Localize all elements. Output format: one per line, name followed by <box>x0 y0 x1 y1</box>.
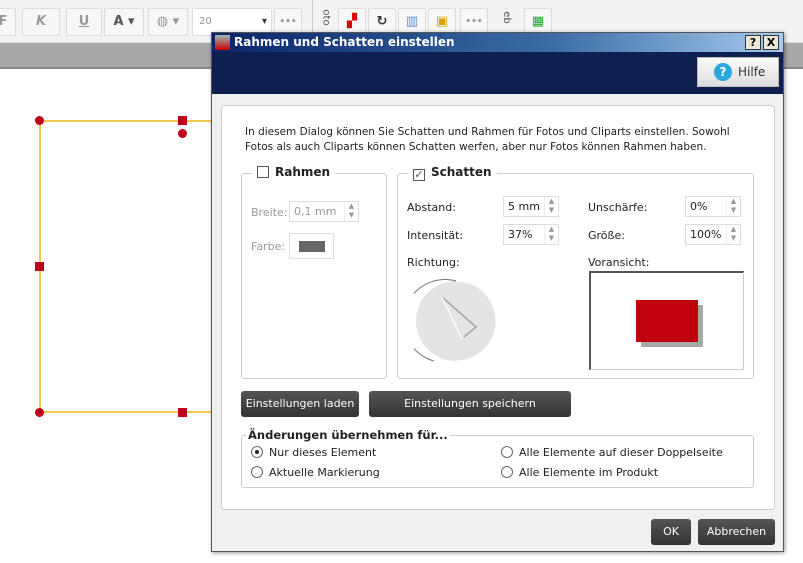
intensitaet-input[interactable]: 37% ▲ ▼ <box>503 224 559 245</box>
breite-value: 0,1 mm <box>294 205 337 218</box>
apply-group: Änderungen übernehmen für... Nur dieses … <box>241 428 754 488</box>
font-size-value: 20 <box>199 16 212 27</box>
spinner-arrows[interactable]: ▲ ▼ <box>726 225 740 244</box>
schatten-group: ✓ Schatten Abstand: 5 mm ▲ ▼ Intensität: 37… <box>397 165 754 379</box>
unschaerfe-input[interactable]: 0% ▲ ▼ <box>685 196 741 217</box>
richtung-label: Richtung: <box>407 256 460 269</box>
italic-button[interactable]: K <box>22 8 60 36</box>
abstand-input[interactable]: 5 mm ▲ ▼ <box>503 196 559 217</box>
abstand-label: Abstand: <box>407 201 456 214</box>
radio-label: Alle Elemente im Produkt <box>519 466 659 479</box>
section-web-label: eb <box>500 11 512 24</box>
rotate-handle[interactable] <box>178 129 187 138</box>
radio-icon <box>251 466 263 478</box>
radio-label: Nur dieses Element <box>269 446 377 459</box>
farbe-label: Farbe: <box>251 240 286 253</box>
save-settings-button[interactable]: Einstellungen speichern <box>369 391 571 417</box>
settings-panel: In diesem Dialog können Sie Schatten und… <box>221 105 775 510</box>
intro-text: In diesem Dialog können Sie Schatten und… <box>245 126 730 153</box>
abstand-value: 5 mm <box>508 200 540 213</box>
fill-color-button[interactable]: ◍ ▾ <box>148 8 188 36</box>
spinner-arrows[interactable]: ▲ ▼ <box>726 197 740 216</box>
groesse-input[interactable]: 100% ▲ ▼ <box>685 224 741 245</box>
load-settings-button[interactable]: Einstellungen laden <box>241 391 359 417</box>
radio-option[interactable]: Alle Elemente auf dieser Doppelseite <box>501 446 723 459</box>
preview-box <box>636 300 698 342</box>
radio-selected-icon <box>251 446 263 458</box>
resize-handle[interactable] <box>178 116 187 125</box>
voransicht-label: Voransicht: <box>588 256 650 269</box>
intensitaet-label: Intensität: <box>407 229 464 242</box>
app-icon <box>215 35 230 50</box>
resize-handle[interactable] <box>178 408 187 417</box>
spinner-arrows[interactable]: ▲ ▼ <box>344 202 358 221</box>
schatten-checkbox[interactable]: ✓ Schatten <box>408 165 497 181</box>
help-button[interactable]: ? Hilfe <box>697 57 779 87</box>
help-title-button[interactable]: ? <box>745 35 761 50</box>
resize-handle[interactable] <box>35 116 44 125</box>
underline-button[interactable]: U <box>66 8 102 36</box>
breite-input[interactable]: 0,1 mm ▲ ▼ <box>289 201 359 222</box>
radio-icon <box>501 466 513 478</box>
font-color-icon: A <box>113 14 124 29</box>
farbe-picker[interactable] <box>289 233 334 259</box>
radio-option[interactable]: Alle Elemente im Produkt <box>501 466 658 479</box>
unschaerfe-label: Unschärfe: <box>588 201 648 214</box>
dialog-title: Rahmen und Schatten einstellen <box>234 35 455 49</box>
rahmen-checkbox[interactable]: Rahmen <box>252 165 336 179</box>
intensitaet-value: 37% <box>508 228 533 241</box>
dialog-header-band: ? Hilfe <box>212 52 783 94</box>
radio-icon <box>501 446 513 458</box>
shadow-preview <box>589 271 744 370</box>
schatten-label: Schatten <box>431 165 492 179</box>
section-foto-label: oto <box>320 9 332 26</box>
dialog-title-bar: Rahmen und Schatten einstellen ? X <box>212 33 783 52</box>
radio-option[interactable]: Nur dieses Element <box>251 446 376 459</box>
checkbox-checked-icon: ✓ <box>413 168 425 181</box>
bucket-icon: ◍ <box>156 14 169 29</box>
color-swatch <box>299 241 325 252</box>
apply-title: Änderungen übernehmen für... <box>246 428 450 442</box>
selected-element-frame[interactable] <box>39 120 219 413</box>
cancel-button[interactable]: Abbrechen <box>698 519 775 545</box>
font-color-button[interactable]: A ▾ <box>104 8 144 36</box>
resize-handle[interactable] <box>35 408 44 417</box>
checkbox-icon <box>257 166 269 178</box>
breite-label: Breite: <box>251 206 288 219</box>
rahmen-group: Rahmen Breite: 0,1 mm ▲ ▼ Farbe: <box>241 165 387 379</box>
radio-label: Alle Elemente auf dieser Doppelseite <box>519 446 723 459</box>
groesse-value: 100% <box>690 228 722 241</box>
help-label: Hilfe <box>738 65 766 79</box>
spinner-arrows[interactable]: ▲ ▼ <box>544 197 558 216</box>
ok-button[interactable]: OK <box>651 519 691 545</box>
groesse-label: Größe: <box>588 229 625 242</box>
direction-dial[interactable] <box>414 279 498 363</box>
radio-option[interactable]: Aktuelle Markierung <box>251 466 380 479</box>
unschaerfe-value: 0% <box>690 200 708 213</box>
help-icon: ? <box>714 63 732 81</box>
spinner-arrows[interactable]: ▲ ▼ <box>544 225 558 244</box>
rahmen-label: Rahmen <box>275 165 331 179</box>
resize-handle[interactable] <box>35 262 44 271</box>
shadow-frame-dialog: Rahmen und Schatten einstellen ? X ? Hil… <box>211 32 784 552</box>
close-button[interactable]: X <box>763 35 779 50</box>
bold-button[interactable]: F <box>0 8 16 36</box>
radio-label: Aktuelle Markierung <box>269 466 380 479</box>
